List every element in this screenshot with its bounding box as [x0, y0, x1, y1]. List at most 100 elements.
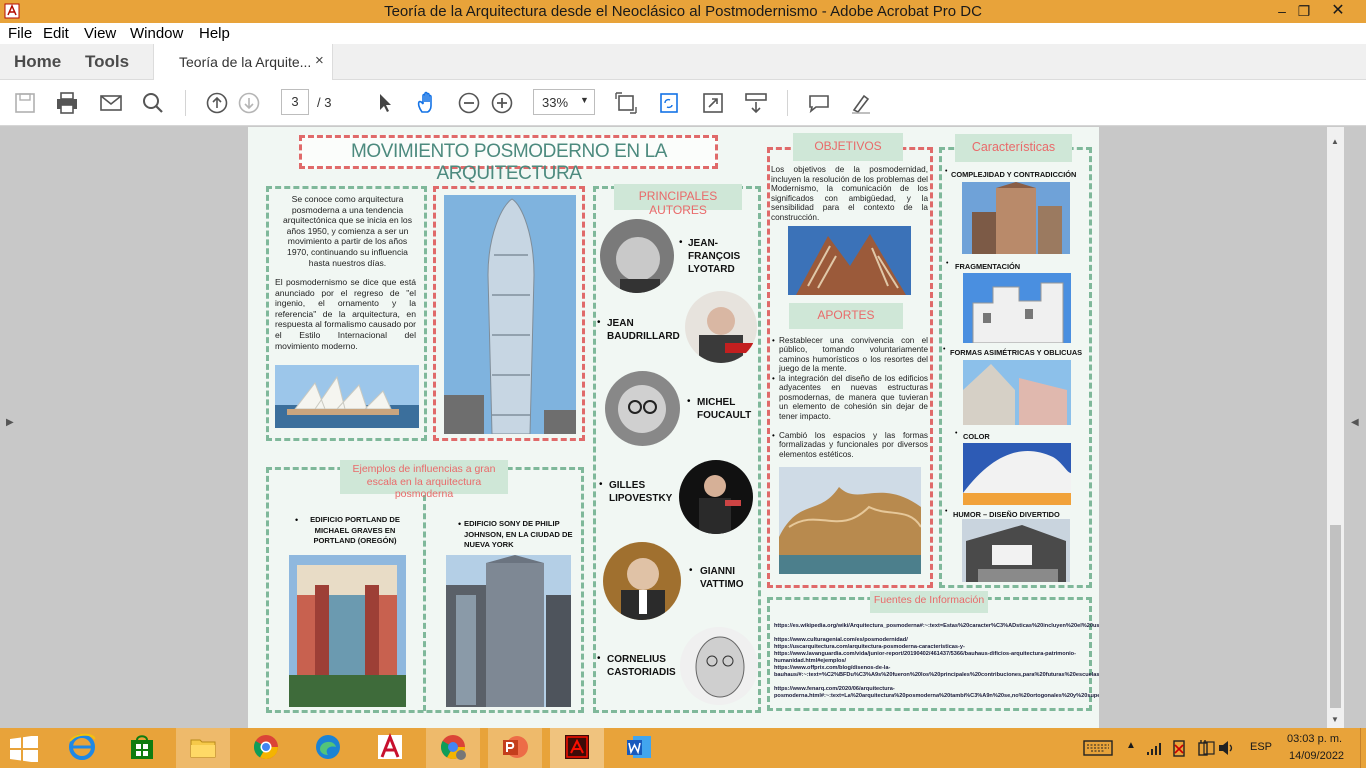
bullet-dot: • [597, 317, 601, 328]
select-tool-icon[interactable] [372, 90, 398, 116]
highlight-pen-icon[interactable] [848, 90, 874, 116]
device-icon[interactable] [1202, 740, 1216, 756]
show-desktop-button[interactable] [1360, 728, 1366, 768]
right-panel-toggle-icon[interactable]: ◀ [1351, 417, 1359, 428]
scroll-up-icon[interactable]: ▲ [1331, 137, 1339, 146]
menu-view[interactable]: View [84, 25, 116, 42]
volume-icon[interactable] [1218, 740, 1236, 756]
document-tab-label: Teoría de la Arquite... [179, 54, 312, 70]
powerpoint-icon [503, 736, 528, 758]
foucault-photo [605, 371, 680, 446]
document-viewer[interactable]: ▶ ◀ MOVIMIENTO POSMODERNO EN LA ARQUITEC… [0, 127, 1366, 728]
scroll-mode-icon[interactable] [743, 90, 769, 116]
folder-icon [190, 739, 216, 758]
taskbar-chrome[interactable] [239, 728, 293, 768]
scroll-down-icon[interactable]: ▼ [1331, 715, 1339, 724]
bullet-dot: • [679, 237, 683, 248]
clock-date[interactable]: 14/09/2022 [1289, 750, 1344, 762]
castoriadis-photo [680, 627, 758, 705]
bullet-dot: • [946, 260, 949, 267]
fuente-3: https://uscarquitectura.com/arquitectura… [774, 644, 965, 650]
comment-icon[interactable] [806, 90, 832, 116]
taskbar-autocad[interactable] [363, 728, 417, 768]
show-hidden-icons-icon[interactable]: ▲ [1126, 740, 1136, 751]
fit-page-icon[interactable] [613, 90, 639, 116]
search-icon[interactable] [140, 90, 166, 116]
page-total: / 3 [317, 95, 332, 110]
taskbar-powerpoint[interactable] [488, 728, 542, 768]
fuente-2: https://www.culturagenial.com/es/posmode… [774, 637, 908, 643]
humor-building-image [962, 519, 1070, 582]
examples-divider [423, 495, 426, 711]
bullet-dot: • [597, 653, 601, 664]
tab-document[interactable]: Teoría de la Arquite... × [153, 44, 333, 81]
taskbar-chrome-profile[interactable] [426, 728, 480, 768]
previous-page-icon[interactable] [204, 90, 230, 116]
touch-keyboard-icon[interactable] [1083, 740, 1113, 756]
fuente-4: https://www.lavanguardia.com/vida/junior… [774, 651, 1076, 664]
tab-tools[interactable]: Tools [85, 52, 129, 72]
aportes-item-3: Cambió los espacios y las formas formali… [779, 431, 928, 459]
cocoon-tower-image [444, 195, 576, 434]
taskbar-store[interactable] [115, 728, 169, 768]
chevron-down-icon: ▼ [580, 95, 589, 105]
store-icon [131, 735, 153, 759]
left-panel-toggle-icon[interactable]: ▶ [6, 417, 14, 428]
print-icon[interactable] [54, 90, 80, 116]
formas-asimetricas-image [963, 360, 1071, 425]
email-icon[interactable] [98, 90, 124, 116]
lyotard-photo [600, 219, 674, 293]
taskbar-file-explorer[interactable] [176, 728, 230, 768]
close-tab-icon[interactable]: × [315, 52, 324, 69]
tab-home[interactable]: Home [14, 52, 61, 72]
fuente-5: https://www.offprix.com/blog/disenos-de-… [774, 665, 1099, 678]
author-baudrillard: JEAN BAUDRILLARD [607, 318, 680, 342]
save-icon[interactable] [12, 90, 38, 116]
fuente-6: https://www.fenarq.com/2020/06/arquitect… [774, 686, 1099, 699]
taskbar-acrobat[interactable] [550, 728, 604, 768]
network-icon[interactable] [1146, 740, 1164, 756]
next-page-icon[interactable] [236, 90, 262, 116]
zoom-select[interactable]: 33% ▼ [533, 89, 595, 115]
caract-fragmentacion: FRAGMENTACIÓN [955, 262, 1021, 271]
rotate-page-icon[interactable] [656, 90, 682, 116]
acrobat-icon [565, 735, 589, 759]
caract-formas-asimetricas: FORMAS ASIMÉTRICAS Y OBLICUAS [950, 348, 1083, 357]
taskbar-edge[interactable] [301, 728, 355, 768]
full-screen-icon[interactable] [700, 90, 726, 116]
poster-title: MOVIMIENTO POSMODERNO EN LA ARQUITECTURA [350, 141, 668, 184]
toolbar-divider [787, 90, 788, 116]
intro-paragraph-2: El posmodernismo se dice que está anunci… [275, 277, 416, 351]
edge-icon [316, 735, 340, 759]
bullet-dot: • [295, 515, 299, 525]
menu-bar: File Edit View Window Help [0, 23, 1366, 44]
scrollbar-thumb[interactable] [1330, 525, 1341, 708]
zoom-in-icon[interactable] [489, 90, 515, 116]
example-sony: EDIFICIO SONY DE PHILIP JOHNSON, EN LA C… [464, 519, 573, 549]
objetivos-text: Los objetivos de la posmodernidad, inclu… [771, 165, 928, 222]
menu-file[interactable]: File [8, 25, 32, 42]
bullet-dot: • [599, 479, 603, 490]
bullet-dot: • [772, 374, 775, 383]
taskbar-internet-explorer[interactable] [55, 728, 109, 768]
page-number-input[interactable]: 3 [281, 89, 309, 115]
menu-help[interactable]: Help [199, 25, 230, 42]
zoom-value: 33% [542, 95, 569, 110]
caract-color: COLOR [963, 432, 990, 441]
battery-warning-icon[interactable] [1171, 739, 1187, 757]
vertical-scrollbar[interactable]: ▲ ▼ [1327, 127, 1344, 728]
bullet-dot: • [772, 336, 775, 345]
menu-edit[interactable]: Edit [43, 25, 69, 42]
language-indicator[interactable]: ESP [1250, 741, 1272, 753]
taskbar-word[interactable] [612, 728, 666, 768]
complejidad-image [962, 182, 1070, 254]
hand-tool-icon[interactable] [414, 90, 440, 116]
start-windows-icon[interactable] [10, 736, 38, 762]
example-portland: EDIFICIO PORTLAND DE MICHAEL GRAVES EN P… [310, 515, 400, 545]
zoom-out-icon[interactable] [456, 90, 482, 116]
close-window-button[interactable]: ✕ [1318, 0, 1358, 23]
examples-title: Ejemplos de influencias a gran escala en… [352, 463, 496, 500]
menu-window[interactable]: Window [130, 25, 183, 42]
bullet-dot: • [772, 431, 775, 440]
clock-time[interactable]: 03:03 p. m. [1287, 733, 1342, 745]
